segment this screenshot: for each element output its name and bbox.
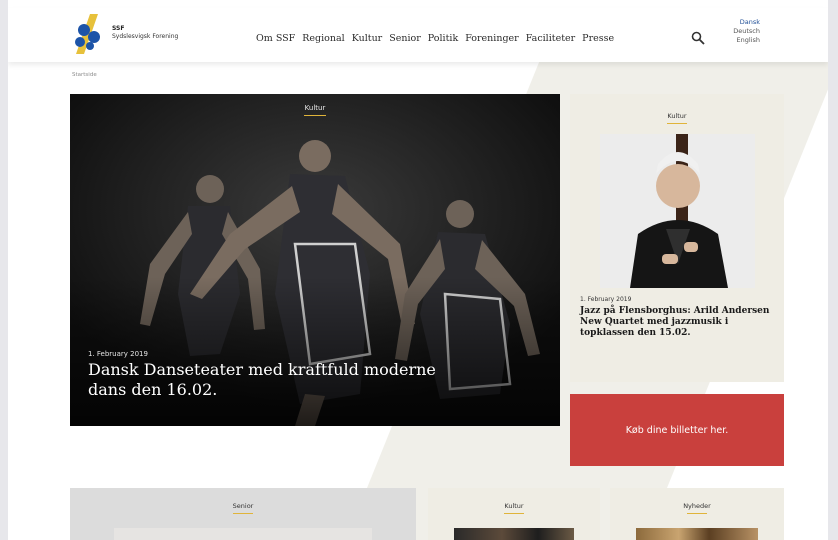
nav-item-presse[interactable]: Presse	[582, 33, 614, 44]
site-header: SSF Sydslesvigsk Forening Om SSF Regiona…	[8, 8, 828, 62]
main-nav: Om SSF Regional Kultur Senior Politik Fo…	[256, 33, 614, 44]
nav-item-faciliteter[interactable]: Faciliteter	[526, 33, 575, 44]
buy-tickets-button[interactable]: Køb dine billetter her.	[570, 394, 784, 466]
logo-icon[interactable]	[70, 12, 110, 56]
card-category[interactable]: Senior	[70, 502, 416, 514]
hero-article[interactable]: Kultur 1. February 2019 Dansk Danseteate…	[70, 94, 560, 426]
logo-text[interactable]: SSF Sydslesvigsk Forening	[112, 25, 178, 41]
search-icon[interactable]	[691, 31, 705, 45]
card-kultur[interactable]: Kultur	[428, 488, 600, 540]
side-article-image	[600, 134, 755, 288]
card-image	[454, 528, 574, 540]
language-deutsch[interactable]: Deutsch	[728, 27, 760, 36]
nav-item-politik[interactable]: Politik	[428, 33, 458, 44]
card-senior[interactable]: Senior	[70, 488, 416, 540]
nav-item-kultur[interactable]: Kultur	[352, 33, 383, 44]
nav-item-om-ssf[interactable]: Om SSF	[256, 33, 295, 44]
side-article-card[interactable]: Kultur 1. February 2019 Jazz på Flensbor…	[570, 94, 784, 382]
hero-date: 1. February 2019	[88, 350, 148, 358]
side-category[interactable]: Kultur	[570, 112, 784, 124]
side-title[interactable]: Jazz på Flensborghus: Arild Andersen New…	[580, 306, 778, 339]
hero-category[interactable]: Kultur	[70, 104, 560, 116]
nav-item-regional[interactable]: Regional	[302, 33, 344, 44]
buy-tickets-label: Køb dine billetter her.	[625, 424, 729, 436]
language-dansk[interactable]: Dansk	[728, 18, 760, 27]
language-english[interactable]: English	[728, 36, 760, 45]
card-category[interactable]: Kultur	[428, 502, 600, 514]
card-category[interactable]: Nyheder	[610, 502, 784, 514]
card-image	[636, 528, 758, 540]
card-nyheder[interactable]: Nyheder	[610, 488, 784, 540]
logo-name: Sydslesvigsk Forening	[112, 33, 179, 40]
language-switcher: Dansk Deutsch English	[728, 18, 760, 45]
breadcrumb[interactable]: Startside	[72, 72, 97, 78]
card-image	[114, 528, 372, 540]
nav-item-foreninger[interactable]: Foreninger	[465, 33, 518, 44]
nav-item-senior[interactable]: Senior	[389, 33, 421, 44]
page: SSF Sydslesvigsk Forening Om SSF Regiona…	[8, 0, 828, 540]
side-date: 1. February 2019	[580, 296, 632, 303]
hero-title[interactable]: Dansk Danseteater med kraftfuld moderne …	[88, 360, 448, 400]
logo-abbreviation: SSF	[112, 25, 125, 32]
